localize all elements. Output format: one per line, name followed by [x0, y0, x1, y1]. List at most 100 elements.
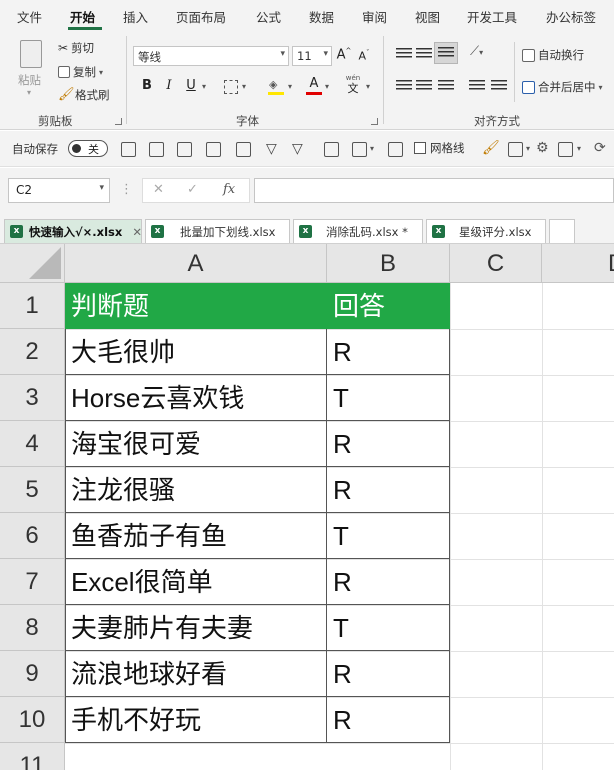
- refresh-icon[interactable]: ⟳: [594, 140, 606, 156]
- row-header-7[interactable]: 7: [0, 559, 65, 605]
- cell-b7[interactable]: R: [327, 559, 450, 605]
- data-tool-icon[interactable]: [324, 142, 339, 157]
- tab-data[interactable]: 数据: [309, 7, 334, 26]
- cell-a8[interactable]: 夫妻肺片有夫妻: [65, 605, 327, 651]
- column-header-d[interactable]: D: [542, 244, 614, 283]
- workbook-tab-2[interactable]: x 批量加下划线.xlsx: [145, 219, 290, 243]
- shapes-icon[interactable]: [558, 142, 573, 157]
- increase-indent-icon[interactable]: [491, 80, 507, 92]
- cell-a1[interactable]: 判断题: [65, 283, 327, 329]
- cell-b9[interactable]: R: [327, 651, 450, 697]
- select-all-button[interactable]: [0, 244, 65, 283]
- cell-a2[interactable]: 大毛很帅: [65, 329, 327, 375]
- tab-page-layout[interactable]: 页面布局: [176, 7, 226, 26]
- clear-filter-icon[interactable]: ▽: [292, 141, 303, 157]
- tab-file[interactable]: 文件: [17, 7, 42, 26]
- row-header-8[interactable]: 8: [0, 605, 65, 651]
- row-header-3[interactable]: 3: [0, 375, 65, 421]
- align-left-icon[interactable]: [396, 80, 412, 92]
- cell-a7[interactable]: Excel很简单: [65, 559, 327, 605]
- cell-a10[interactable]: 手机不好玩: [65, 697, 327, 743]
- row-header-5[interactable]: 5: [0, 467, 65, 513]
- formula-input[interactable]: [254, 178, 614, 203]
- cell-b3[interactable]: T: [327, 375, 450, 421]
- cell-b1[interactable]: 回答: [327, 283, 450, 329]
- cell-a5[interactable]: 注龙很骚: [65, 467, 327, 513]
- row-header-6[interactable]: 6: [0, 513, 65, 559]
- decrease-indent-icon[interactable]: [469, 80, 485, 92]
- cell-b6[interactable]: T: [327, 513, 450, 559]
- paste-button[interactable]: 粘贴 ▾: [14, 38, 50, 104]
- gridlines-checkbox[interactable]: [414, 142, 426, 154]
- font-name-select[interactable]: 等线 ▾: [133, 46, 289, 66]
- underline-button[interactable]: U: [183, 78, 199, 93]
- gear-icon[interactable]: ⚙: [536, 140, 549, 156]
- tab-office-tab[interactable]: 办公标签: [546, 7, 596, 26]
- merge-center-button[interactable]: 合并后居中 ▾: [522, 79, 603, 95]
- align-center-icon[interactable]: [416, 80, 432, 92]
- row-header-4[interactable]: 4: [0, 421, 65, 467]
- phonetic-button[interactable]: wén 文: [344, 74, 362, 96]
- format-painter-button[interactable]: 🖌 格式刷: [58, 87, 110, 103]
- cell-a9[interactable]: 流浪地球好看: [65, 651, 327, 697]
- bold-button[interactable]: B: [139, 78, 155, 93]
- close-icon[interactable]: ✕: [132, 225, 142, 239]
- cell-a6[interactable]: 鱼香茄子有鱼: [65, 513, 327, 559]
- borders-button[interactable]: [224, 80, 238, 94]
- font-size-select[interactable]: 11 ▾: [292, 46, 332, 66]
- workbook-tab-1[interactable]: x 快速输入√×.xlsx ✕: [4, 219, 142, 243]
- tab-review[interactable]: 审阅: [362, 7, 387, 26]
- row-header-9[interactable]: 9: [0, 651, 65, 697]
- column-header-b[interactable]: B: [327, 244, 450, 283]
- cell-b5[interactable]: R: [327, 467, 450, 513]
- workbook-tab-3[interactable]: x 消除乱码.xlsx *: [293, 219, 423, 243]
- cell-b4[interactable]: R: [327, 421, 450, 467]
- enter-icon[interactable]: ✓: [187, 182, 198, 197]
- form-icon[interactable]: [177, 142, 192, 157]
- row-header-2[interactable]: 2: [0, 329, 65, 375]
- wrap-text-button[interactable]: 自动换行: [522, 47, 584, 63]
- copy-button[interactable]: 复制 ▾: [58, 64, 103, 80]
- align-top-icon[interactable]: [396, 48, 412, 60]
- workbook-tab-4[interactable]: x 星级评分.xlsx: [426, 219, 546, 243]
- tab-view[interactable]: 视图: [415, 7, 440, 26]
- font-color-button[interactable]: A: [306, 76, 322, 96]
- cell-b2[interactable]: R: [327, 329, 450, 375]
- shrink-font-button[interactable]: Aˇ: [356, 49, 372, 63]
- sort-descending-icon[interactable]: [236, 142, 251, 157]
- new-workbook-tab[interactable]: [549, 219, 575, 243]
- cell-a4[interactable]: 海宝很可爱: [65, 421, 327, 467]
- cell-a3[interactable]: Horse云喜欢钱: [65, 375, 327, 421]
- autosave-toggle[interactable]: 关: [68, 140, 108, 157]
- cell-b8[interactable]: T: [327, 605, 450, 651]
- remove-duplicates-icon[interactable]: [352, 142, 367, 157]
- italic-button[interactable]: I: [161, 78, 177, 93]
- clipboard-launcher-icon[interactable]: [115, 118, 122, 125]
- brush-icon[interactable]: 🖌: [482, 140, 500, 156]
- cut-button[interactable]: ✂ 剪切: [58, 40, 94, 56]
- grow-font-button[interactable]: A^: [336, 47, 352, 62]
- clipboard-icon[interactable]: [508, 142, 523, 157]
- align-right-icon[interactable]: [438, 80, 454, 92]
- align-middle-icon[interactable]: [416, 48, 432, 60]
- row-header-10[interactable]: 10: [0, 697, 65, 743]
- tab-insert[interactable]: 插入: [123, 7, 148, 26]
- column-header-c[interactable]: C: [450, 244, 542, 283]
- sort-ascending-icon[interactable]: [206, 142, 221, 157]
- font-launcher-icon[interactable]: [371, 118, 378, 125]
- column-header-a[interactable]: A: [65, 244, 327, 283]
- help-icon[interactable]: [149, 142, 164, 157]
- grid-icon[interactable]: [388, 142, 403, 157]
- row-header-11[interactable]: 11: [0, 743, 65, 770]
- fill-color-button[interactable]: ◈: [268, 78, 284, 96]
- table-icon[interactable]: [121, 142, 136, 157]
- cancel-icon[interactable]: ✕: [153, 182, 164, 197]
- insert-function-icon[interactable]: fx: [223, 182, 235, 197]
- row-header-1[interactable]: 1: [0, 283, 65, 329]
- align-bottom-button[interactable]: [434, 42, 458, 64]
- name-box[interactable]: C2 ▾: [8, 178, 110, 203]
- orientation-button[interactable]: ⟋▾: [470, 44, 483, 59]
- tab-home[interactable]: 开始: [70, 7, 95, 26]
- cell-b10[interactable]: R: [327, 697, 450, 743]
- tab-developer[interactable]: 开发工具: [467, 7, 517, 26]
